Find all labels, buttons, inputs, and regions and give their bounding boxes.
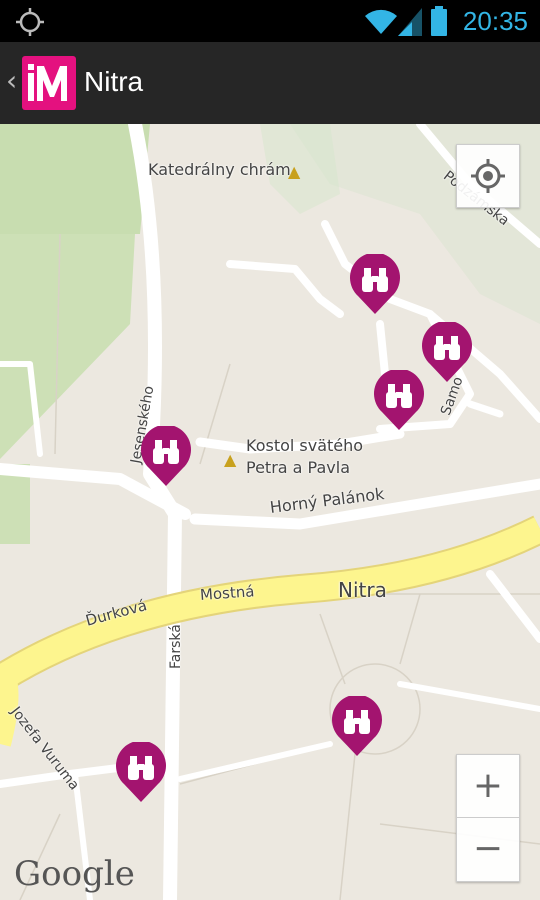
action-bar: ‹ Nitra xyxy=(0,42,540,126)
binoculars-icon[interactable] xyxy=(114,742,168,804)
binoculars-icon[interactable] xyxy=(330,696,384,758)
battery-icon xyxy=(431,6,447,36)
zoom-in-button[interactable]: + xyxy=(457,755,519,818)
status-time: 20:35 xyxy=(462,6,528,36)
zoom-controls: + − xyxy=(456,754,520,882)
binoculars-icon[interactable] xyxy=(139,426,193,488)
map-label-church-line2: Petra a Pavla xyxy=(246,458,351,477)
map-label-nitra-street: Nitra xyxy=(338,578,387,602)
zoom-out-button[interactable]: − xyxy=(457,818,519,880)
map-view[interactable]: ▲ ▲ Katedrálny chrám Kostol svätého Petr… xyxy=(0,124,540,900)
signal-icon xyxy=(398,8,422,36)
im-logo-icon xyxy=(28,64,67,101)
chevron-left-icon[interactable]: ‹ xyxy=(6,64,17,97)
status-bar: 20:35 xyxy=(0,0,540,42)
my-location-icon xyxy=(471,159,505,193)
map-label-mostna: Mostná xyxy=(199,582,256,604)
google-attribution: Google xyxy=(14,854,135,894)
binoculars-icon[interactable] xyxy=(348,254,402,316)
wifi-icon xyxy=(365,9,397,34)
binoculars-icon[interactable] xyxy=(420,322,474,384)
map-label-farska: Farská xyxy=(168,624,184,669)
map-label-church-line1: Kostol svätého xyxy=(246,436,364,455)
map-label-cathedral: Katedrálny chrám xyxy=(148,160,291,179)
church-poi-icon: ▲ xyxy=(224,450,237,469)
app-logo[interactable] xyxy=(22,56,76,110)
gps-icon xyxy=(16,8,44,36)
binoculars-icon[interactable] xyxy=(372,370,426,432)
page-title: Nitra xyxy=(84,66,144,97)
my-location-button[interactable] xyxy=(456,144,520,208)
